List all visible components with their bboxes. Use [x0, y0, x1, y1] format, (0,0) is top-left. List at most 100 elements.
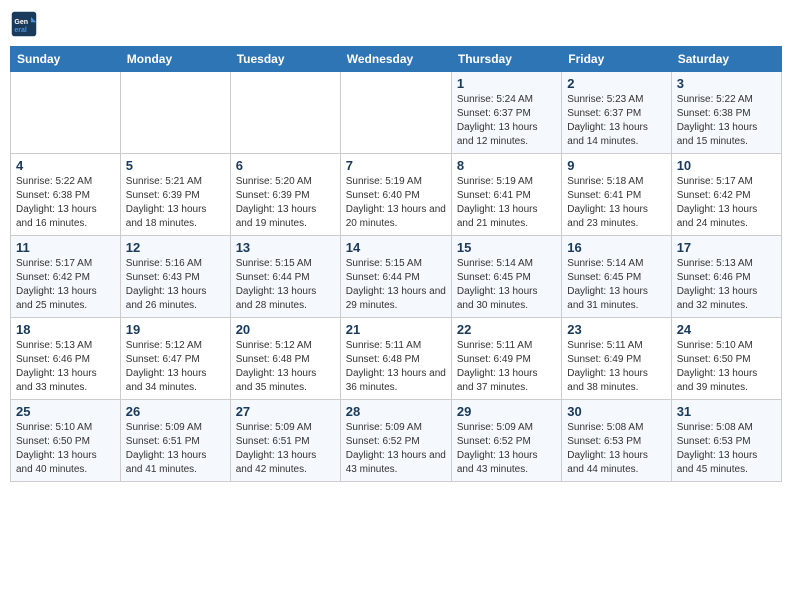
day-cell [120, 72, 230, 154]
day-info: Sunrise: 5:10 AM Sunset: 6:50 PM Dayligh… [16, 421, 115, 477]
header-cell-thursday: Thursday [451, 47, 561, 72]
logo-icon: Gen eral [10, 10, 38, 38]
day-number: 28 [346, 404, 446, 419]
svg-text:Gen: Gen [14, 19, 28, 26]
day-info: Sunrise: 5:22 AM Sunset: 6:38 PM Dayligh… [677, 93, 776, 149]
day-cell: 7 Sunrise: 5:19 AM Sunset: 6:40 PM Daylig… [340, 154, 451, 236]
day-number: 12 [126, 240, 225, 255]
day-cell: 31 Sunrise: 5:08 AM Sunset: 6:53 PM Dayli… [671, 400, 781, 482]
day-info: Sunrise: 5:09 AM Sunset: 6:51 PM Dayligh… [236, 421, 335, 477]
day-number: 22 [457, 322, 556, 337]
calendar-table: SundayMondayTuesdayWednesdayThursdayFrid… [10, 46, 782, 482]
day-number: 6 [236, 158, 335, 173]
day-cell: 2Sunrise: 5:23 AM Sunset: 6:37 PM Daylig… [562, 72, 671, 154]
day-cell: 30 Sunrise: 5:08 AM Sunset: 6:53 PM Dayli… [562, 400, 671, 482]
day-number: 4 [16, 158, 115, 173]
day-cell: 17 Sunrise: 5:13 AM Sunset: 6:46 PM Dayli… [671, 236, 781, 318]
svg-text:eral: eral [14, 27, 27, 34]
day-number: 21 [346, 322, 446, 337]
header-row: SundayMondayTuesdayWednesdayThursdayFrid… [11, 47, 782, 72]
day-info: Sunrise: 5:22 AM Sunset: 6:38 PM Dayligh… [16, 175, 115, 231]
day-cell: 21 Sunrise: 5:11 AM Sunset: 6:48 PM Dayli… [340, 318, 451, 400]
day-number: 23 [567, 322, 665, 337]
day-number: 14 [346, 240, 446, 255]
header-cell-monday: Monday [120, 47, 230, 72]
day-info: Sunrise: 5:11 AM Sunset: 6:49 PM Dayligh… [457, 339, 556, 395]
day-info: Sunrise: 5:13 AM Sunset: 6:46 PM Dayligh… [16, 339, 115, 395]
day-info: Sunrise: 5:09 AM Sunset: 6:52 PM Dayligh… [346, 421, 446, 477]
day-number: 16 [567, 240, 665, 255]
header-cell-wednesday: Wednesday [340, 47, 451, 72]
day-info: Sunrise: 5:13 AM Sunset: 6:46 PM Dayligh… [677, 257, 776, 313]
day-number: 13 [236, 240, 335, 255]
day-number: 31 [677, 404, 776, 419]
day-cell: 28 Sunrise: 5:09 AM Sunset: 6:52 PM Dayli… [340, 400, 451, 482]
day-info: Sunrise: 5:17 AM Sunset: 6:42 PM Dayligh… [16, 257, 115, 313]
day-info: Sunrise: 5:14 AM Sunset: 6:45 PM Dayligh… [457, 257, 556, 313]
day-cell: 8Sunrise: 5:19 AM Sunset: 6:41 PM Daylig… [451, 154, 561, 236]
day-info: Sunrise: 5:08 AM Sunset: 6:53 PM Dayligh… [567, 421, 665, 477]
day-number: 19 [126, 322, 225, 337]
header-cell-friday: Friday [562, 47, 671, 72]
day-number: 10 [677, 158, 776, 173]
day-cell: 23 Sunrise: 5:11 AM Sunset: 6:49 PM Dayli… [562, 318, 671, 400]
day-info: Sunrise: 5:11 AM Sunset: 6:49 PM Dayligh… [567, 339, 665, 395]
day-cell: 4 Sunrise: 5:22 AM Sunset: 6:38 PM Daylig… [11, 154, 121, 236]
day-cell: 13 Sunrise: 5:15 AM Sunset: 6:44 PM Dayli… [230, 236, 340, 318]
day-info: Sunrise: 5:15 AM Sunset: 6:44 PM Dayligh… [236, 257, 335, 313]
day-number: 1 [457, 76, 556, 91]
day-cell: 20Sunrise: 5:12 AM Sunset: 6:48 PM Dayli… [230, 318, 340, 400]
day-cell: 18Sunrise: 5:13 AM Sunset: 6:46 PM Dayli… [11, 318, 121, 400]
header-cell-saturday: Saturday [671, 47, 781, 72]
day-number: 30 [567, 404, 665, 419]
day-cell: 6 Sunrise: 5:20 AM Sunset: 6:39 PM Daylig… [230, 154, 340, 236]
day-cell: 22 Sunrise: 5:11 AM Sunset: 6:49 PM Dayli… [451, 318, 561, 400]
day-info: Sunrise: 5:17 AM Sunset: 6:42 PM Dayligh… [677, 175, 776, 231]
day-cell: 25 Sunrise: 5:10 AM Sunset: 6:50 PM Dayli… [11, 400, 121, 482]
calendar-body: 1Sunrise: 5:24 AM Sunset: 6:37 PM Daylig… [11, 72, 782, 482]
day-cell: 10 Sunrise: 5:17 AM Sunset: 6:42 PM Dayli… [671, 154, 781, 236]
day-number: 24 [677, 322, 776, 337]
day-info: Sunrise: 5:12 AM Sunset: 6:48 PM Dayligh… [236, 339, 335, 395]
calendar-header: SundayMondayTuesdayWednesdayThursdayFrid… [11, 47, 782, 72]
day-number: 15 [457, 240, 556, 255]
day-cell: 15 Sunrise: 5:14 AM Sunset: 6:45 PM Dayli… [451, 236, 561, 318]
day-cell: 5Sunrise: 5:21 AM Sunset: 6:39 PM Daylig… [120, 154, 230, 236]
day-info: Sunrise: 5:10 AM Sunset: 6:50 PM Dayligh… [677, 339, 776, 395]
day-number: 11 [16, 240, 115, 255]
week-row-5: 25 Sunrise: 5:10 AM Sunset: 6:50 PM Dayli… [11, 400, 782, 482]
day-cell: 1Sunrise: 5:24 AM Sunset: 6:37 PM Daylig… [451, 72, 561, 154]
day-info: Sunrise: 5:18 AM Sunset: 6:41 PM Dayligh… [567, 175, 665, 231]
day-info: Sunrise: 5:23 AM Sunset: 6:37 PM Dayligh… [567, 93, 665, 149]
week-row-2: 4 Sunrise: 5:22 AM Sunset: 6:38 PM Daylig… [11, 154, 782, 236]
day-cell [11, 72, 121, 154]
day-info: Sunrise: 5:19 AM Sunset: 6:40 PM Dayligh… [346, 175, 446, 231]
day-cell: 27 Sunrise: 5:09 AM Sunset: 6:51 PM Dayli… [230, 400, 340, 482]
day-cell: 19Sunrise: 5:12 AM Sunset: 6:47 PM Dayli… [120, 318, 230, 400]
day-cell: 3 Sunrise: 5:22 AM Sunset: 6:38 PM Daylig… [671, 72, 781, 154]
header-cell-tuesday: Tuesday [230, 47, 340, 72]
day-number: 8 [457, 158, 556, 173]
day-number: 26 [126, 404, 225, 419]
day-number: 9 [567, 158, 665, 173]
day-cell: 29 Sunrise: 5:09 AM Sunset: 6:52 PM Dayli… [451, 400, 561, 482]
day-cell: 14Sunrise: 5:15 AM Sunset: 6:44 PM Dayli… [340, 236, 451, 318]
day-info: Sunrise: 5:08 AM Sunset: 6:53 PM Dayligh… [677, 421, 776, 477]
day-number: 29 [457, 404, 556, 419]
day-number: 27 [236, 404, 335, 419]
day-info: Sunrise: 5:20 AM Sunset: 6:39 PM Dayligh… [236, 175, 335, 231]
day-info: Sunrise: 5:11 AM Sunset: 6:48 PM Dayligh… [346, 339, 446, 395]
day-cell: 12Sunrise: 5:16 AM Sunset: 6:43 PM Dayli… [120, 236, 230, 318]
week-row-3: 11 Sunrise: 5:17 AM Sunset: 6:42 PM Dayli… [11, 236, 782, 318]
header-cell-sunday: Sunday [11, 47, 121, 72]
day-info: Sunrise: 5:14 AM Sunset: 6:45 PM Dayligh… [567, 257, 665, 313]
day-cell: 26 Sunrise: 5:09 AM Sunset: 6:51 PM Dayli… [120, 400, 230, 482]
day-number: 25 [16, 404, 115, 419]
day-number: 17 [677, 240, 776, 255]
day-cell: 9 Sunrise: 5:18 AM Sunset: 6:41 PM Daylig… [562, 154, 671, 236]
day-info: Sunrise: 5:09 AM Sunset: 6:52 PM Dayligh… [457, 421, 556, 477]
day-info: Sunrise: 5:09 AM Sunset: 6:51 PM Dayligh… [126, 421, 225, 477]
day-number: 7 [346, 158, 446, 173]
week-row-4: 18Sunrise: 5:13 AM Sunset: 6:46 PM Dayli… [11, 318, 782, 400]
day-number: 3 [677, 76, 776, 91]
